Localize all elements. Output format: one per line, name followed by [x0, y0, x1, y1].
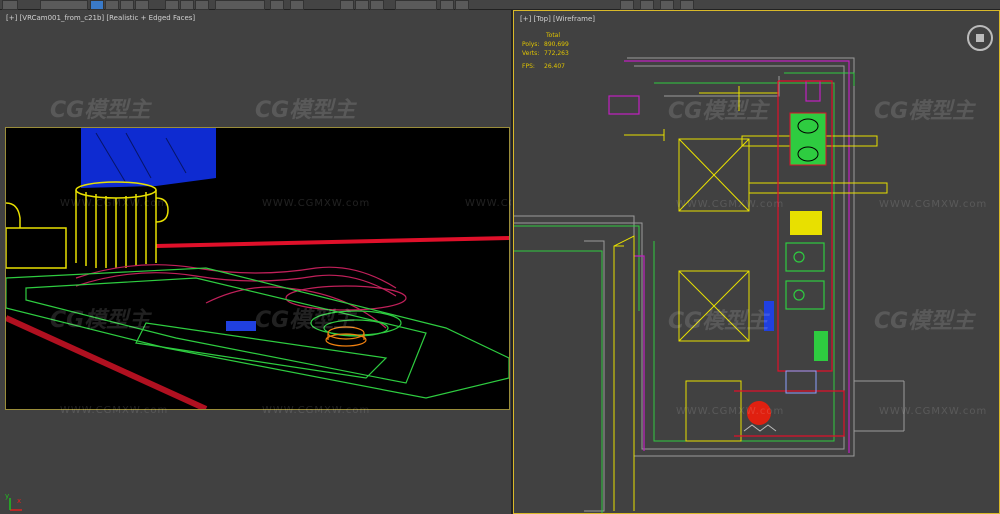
main-toolbar	[0, 0, 1000, 10]
camera-render-frame	[4, 127, 510, 412]
blue-wall-mesh	[81, 128, 216, 188]
yellow-appliance-mesh	[5, 181, 169, 269]
select-object-button[interactable]	[90, 0, 104, 10]
axis-y-label: y	[5, 492, 10, 500]
yellow-fixture-lines	[614, 86, 888, 442]
curve-editor-button[interactable]	[620, 0, 634, 10]
named-selection-dropdown[interactable]	[395, 0, 437, 10]
watermark-logo: CG模型主	[50, 308, 151, 333]
snap-toggle-button[interactable]	[290, 0, 304, 10]
watermark-url: WWW.CGMXW.com	[262, 405, 371, 416]
watermark-url: WWW.CGMXW.com	[60, 198, 169, 209]
align-button[interactable]	[455, 0, 469, 10]
watermark-url: WWW.CGMXW.com	[676, 406, 785, 417]
green-sink-mesh	[789, 112, 827, 166]
watermark-url: WWW.CGMXW.com	[262, 198, 371, 209]
reference-coordinate-dropdown[interactable]	[215, 0, 265, 10]
yellow-frame-lines	[613, 235, 635, 511]
green-burner-mesh	[785, 242, 825, 310]
watermark-logo: CG模型主	[874, 309, 975, 334]
axis-x-label: x	[17, 497, 22, 505]
rotate-button[interactable]	[180, 0, 194, 10]
camera-viewport[interactable]: [+] [VRCam001_from_c21b] [Realistic + Ed…	[0, 10, 513, 514]
watermark-logo: CG模型主	[874, 99, 975, 124]
red-edge-line	[155, 236, 510, 248]
undo-button[interactable]	[2, 0, 18, 10]
rectangular-selection-button[interactable]	[120, 0, 134, 10]
watermark-url: WWW.CGMXW.com	[879, 199, 988, 210]
render-button[interactable]	[680, 0, 694, 10]
pivot-button[interactable]	[270, 0, 284, 10]
selection-set-field[interactable]	[40, 0, 88, 10]
camera-wireframe-scene	[4, 128, 510, 412]
mirror-button[interactable]	[440, 0, 454, 10]
watermark-url: WWW.CGMXW.com	[879, 406, 988, 417]
watermark-logo: CG模型主	[255, 308, 356, 333]
red-counter-lines	[734, 80, 845, 437]
watermark-logo: CG模型主	[50, 98, 151, 123]
blue-detail	[226, 321, 256, 331]
watermark-logo: CG模型主	[668, 99, 769, 124]
top-viewport[interactable]: [+] [Top] [Wireframe] Total Polys: 890,69…	[513, 10, 1000, 514]
gray-wall-outlines	[514, 57, 905, 512]
angle-snap-button[interactable]	[340, 0, 354, 10]
yellow-appliance-block	[790, 211, 822, 235]
top-wireframe-floorplan	[514, 57, 905, 513]
scale-button[interactable]	[195, 0, 209, 10]
watermark-url: WWW.CGMXW.com	[676, 199, 785, 210]
render-setup-button[interactable]	[660, 0, 674, 10]
watermark-logo: CG模型主	[668, 309, 769, 334]
watermark-url: WWW.CGMXW.com	[60, 405, 169, 416]
camera-viewport-label[interactable]: [+] [VRCam001_from_c21b] [Realistic + Ed…	[6, 14, 195, 22]
select-by-name-button[interactable]	[105, 0, 119, 10]
move-button[interactable]	[165, 0, 179, 10]
watermark-logo: CG模型主	[255, 98, 356, 123]
spinner-snap-button[interactable]	[370, 0, 384, 10]
watermark-url: WWW.CGMXW.com	[465, 198, 513, 209]
percent-snap-button[interactable]	[355, 0, 369, 10]
window-crossing-button[interactable]	[135, 0, 149, 10]
material-editor-button[interactable]	[640, 0, 654, 10]
